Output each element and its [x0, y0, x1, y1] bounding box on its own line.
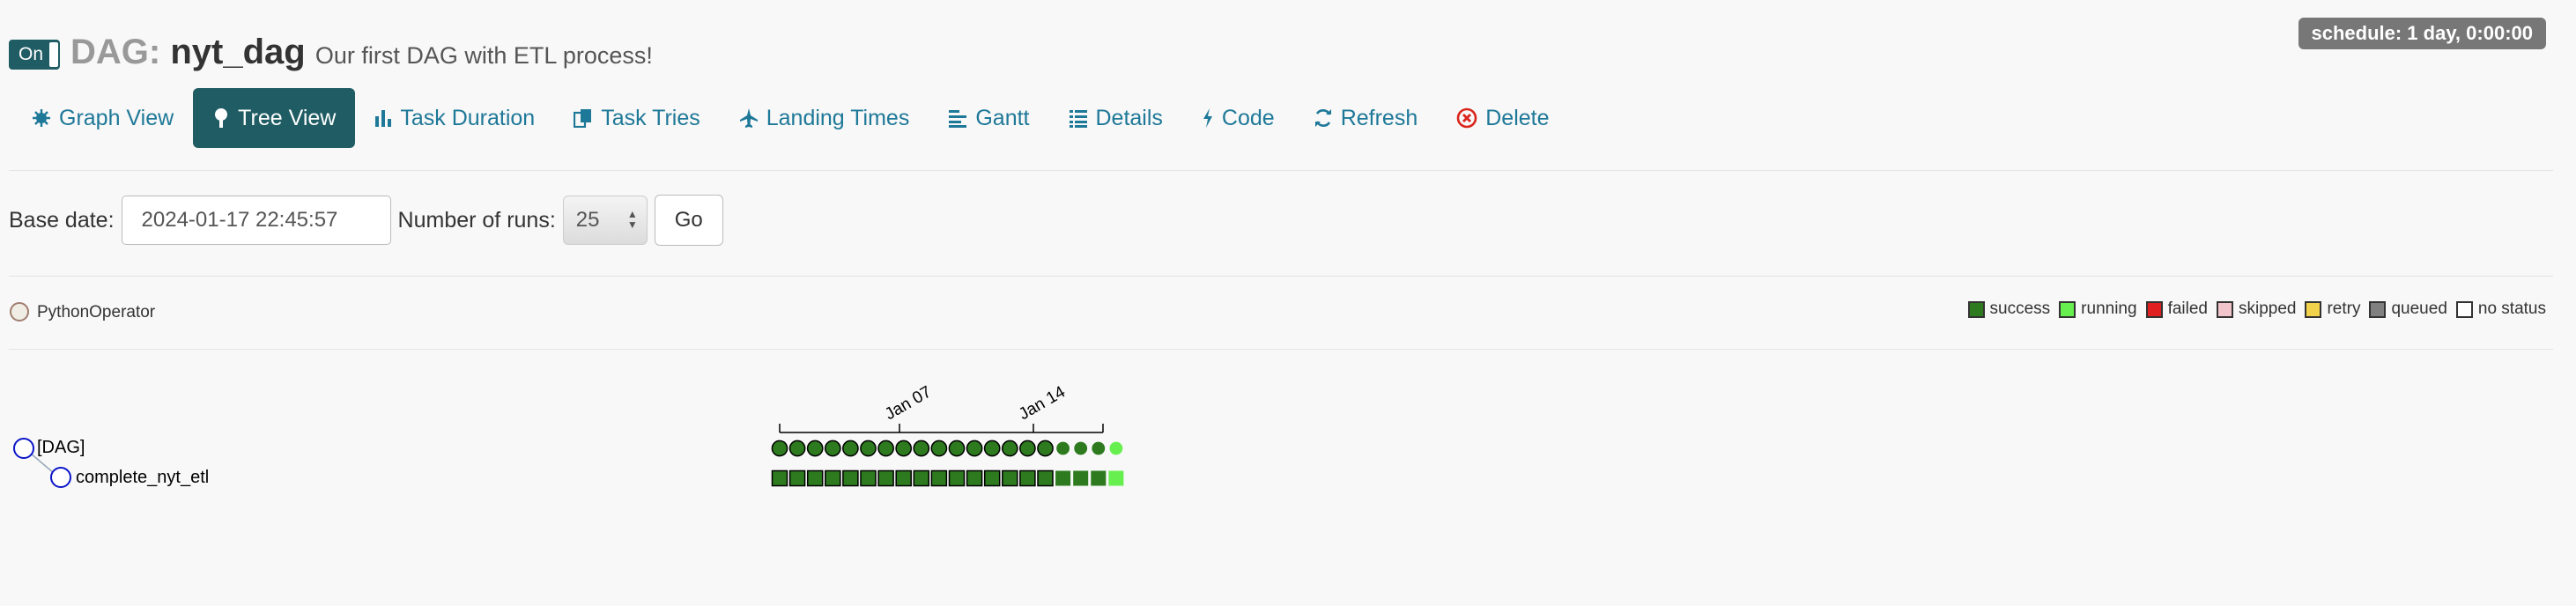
- task-instance-square[interactable]: [1091, 470, 1107, 486]
- task-instance-square[interactable]: [983, 469, 1001, 487]
- legend-swatch: [2145, 300, 2163, 318]
- legend-label: no status: [2477, 299, 2546, 318]
- dag-run-circle[interactable]: [788, 440, 806, 457]
- task-instance-square[interactable]: [930, 469, 948, 487]
- tab-label: Refresh: [1340, 105, 1418, 130]
- legend-label: running: [2081, 299, 2137, 318]
- task-instance-square[interactable]: [825, 469, 841, 487]
- flash-icon: [1203, 108, 1212, 128]
- task-instance-square[interactable]: [966, 469, 983, 487]
- task-instance-square[interactable]: [1055, 470, 1071, 486]
- dag-run-circle[interactable]: [1109, 441, 1123, 455]
- tab-refresh[interactable]: Refresh: [1294, 88, 1438, 148]
- task-instance-square[interactable]: [895, 469, 912, 487]
- task-instance-square[interactable]: [1037, 469, 1054, 487]
- legend-label: retry: [2327, 299, 2361, 318]
- dag-run-circle[interactable]: [1019, 440, 1036, 457]
- legend-item-no-status: no status: [2455, 299, 2546, 319]
- task-instance-square[interactable]: [1108, 470, 1124, 486]
- legend-swatch: [2369, 300, 2387, 318]
- dag-run-circle[interactable]: [913, 440, 930, 457]
- remove-circle-icon: [1456, 107, 1477, 129]
- dag-run-circle[interactable]: [966, 440, 983, 457]
- legend-item-skipped: skipped: [2216, 299, 2297, 319]
- refresh-icon: [1314, 109, 1331, 127]
- task-instance-square[interactable]: [913, 469, 930, 487]
- date-axis: Jan 07 Jan 14: [779, 382, 1104, 433]
- tab-label: Delete: [1485, 105, 1550, 130]
- dag-run-circle[interactable]: [930, 440, 948, 457]
- dag-run-circle[interactable]: [895, 440, 913, 457]
- legend-label: skipped: [2238, 299, 2297, 318]
- task-instance-square[interactable]: [948, 469, 966, 487]
- run-status-grid: Jan 07 Jan 14: [771, 382, 1124, 487]
- task-instance-square[interactable]: [1002, 469, 1018, 487]
- legend-label: success: [1989, 299, 2051, 318]
- tab-code[interactable]: Code: [1182, 88, 1294, 148]
- task-instance-square[interactable]: [877, 469, 894, 487]
- dag-run-circle[interactable]: [1056, 441, 1070, 455]
- legend-swatch: [2216, 300, 2233, 318]
- legend-item-success: success: [1967, 299, 2051, 319]
- legend-item-retry: retry: [2305, 299, 2360, 319]
- dag-run-circle[interactable]: [771, 440, 788, 457]
- dag-run-circle[interactable]: [1001, 440, 1018, 457]
- dag-run-circle[interactable]: [1037, 440, 1054, 457]
- tab-label: Code: [1221, 105, 1275, 130]
- axis-tick-label: Jan 07: [882, 383, 935, 425]
- dag-run-circle[interactable]: [842, 440, 859, 457]
- dag-run-circle[interactable]: [1092, 441, 1106, 455]
- task-instance-square[interactable]: [806, 469, 824, 487]
- legend-swatch: [2455, 300, 2473, 318]
- legend-item-queued: queued: [2369, 299, 2447, 319]
- status-legend: success running failed skipped retry que…: [1959, 299, 2546, 319]
- task-instance-square[interactable]: [842, 469, 859, 487]
- task-instance-square[interactable]: [1019, 469, 1036, 487]
- dag-run-circle[interactable]: [983, 440, 1001, 457]
- task-instance-square[interactable]: [1073, 470, 1089, 486]
- dag-run-circle[interactable]: [948, 440, 966, 457]
- legend-item-failed: failed: [2145, 299, 2208, 319]
- task-instance-square[interactable]: [788, 469, 806, 487]
- axis-tick-label: Jan 14: [1016, 382, 1069, 424]
- legend-swatch: [2305, 300, 2322, 318]
- legend-swatch: [2059, 300, 2076, 318]
- task-instance-square[interactable]: [860, 469, 877, 487]
- dag-run-circle[interactable]: [1074, 441, 1088, 455]
- dag-run-circle[interactable]: [877, 440, 894, 457]
- dag-run-circle[interactable]: [806, 440, 824, 457]
- schedule-badge: schedule: 1 day, 0:00:00: [2298, 18, 2546, 49]
- task-instance-square[interactable]: [771, 469, 788, 487]
- legend-label: failed: [2167, 299, 2208, 318]
- legend-label: queued: [2391, 299, 2447, 318]
- tab-delete[interactable]: Delete: [1437, 88, 1568, 148]
- legend-item-running: running: [2059, 299, 2137, 319]
- dag-run-circle[interactable]: [860, 440, 877, 457]
- legend-swatch: [1967, 300, 1985, 318]
- dag-run-circle[interactable]: [824, 440, 841, 457]
